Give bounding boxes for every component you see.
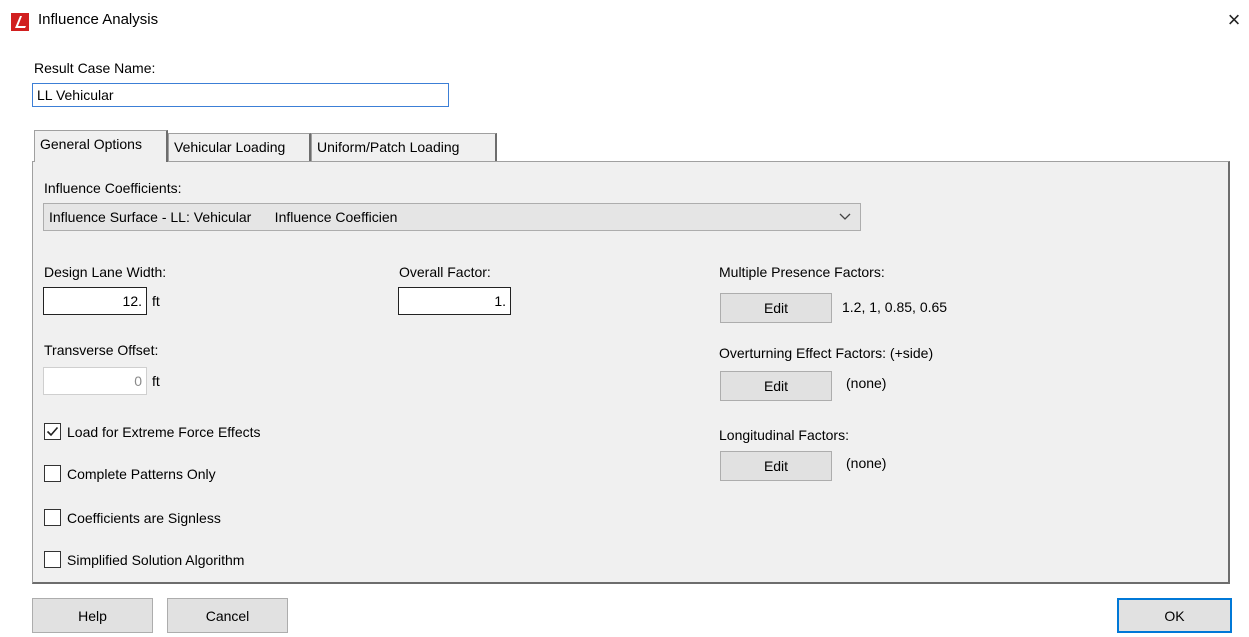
edit-button-label: Edit [763, 378, 789, 394]
ok-button[interactable]: OK [1117, 598, 1232, 633]
overall-factor-label: Overall Factor: [399, 264, 491, 280]
overall-factor-value: 1. [494, 293, 506, 309]
design-lane-width-value: 12. [122, 293, 142, 309]
simplified-algorithm-label: Simplified Solution Algorithm [67, 551, 245, 568]
overturning-effect-value: (none) [846, 375, 887, 391]
influence-coefficients-select[interactable]: Influence Surface - LL: Vehicular Influe… [43, 203, 861, 231]
simplified-algorithm-option[interactable]: Simplified Solution Algorithm [44, 551, 244, 568]
window-title: Influence Analysis [38, 11, 159, 28]
longitudinal-factors-value: (none) [846, 455, 887, 471]
coefficients-signless-label: Coefficients are Signless [67, 509, 221, 526]
extreme-force-effects-checkbox[interactable] [44, 423, 61, 440]
cancel-button-label: Cancel [205, 607, 250, 624]
close-icon: × [1227, 7, 1241, 32]
multiple-presence-label: Multiple Presence Factors: [719, 264, 885, 280]
overturning-edit-button[interactable]: Edit [720, 371, 832, 401]
design-lane-width-unit: ft [152, 293, 160, 309]
coefficients-signless-option[interactable]: Coefficients are Signless [44, 509, 221, 526]
transverse-offset-label: Transverse Offset: [44, 342, 159, 358]
chevron-down-icon [839, 213, 851, 220]
complete-patterns-checkbox[interactable] [44, 465, 61, 482]
tab-vehicular-loading-label: Vehicular Loading [174, 139, 286, 155]
simplified-algorithm-checkbox[interactable] [44, 551, 61, 568]
tab-uniform-patch-loading[interactable]: Uniform/Patch Loading [311, 133, 497, 161]
coefficients-signless-checkbox[interactable] [44, 509, 61, 526]
result-case-name-value: LL Vehicular [37, 87, 114, 103]
edit-button-label: Edit [763, 458, 789, 474]
overall-factor-input[interactable]: 1. [398, 287, 511, 315]
transverse-offset-unit: ft [152, 373, 160, 389]
longitudinal-factors-label: Longitudinal Factors: [719, 427, 849, 443]
help-button-label: Help [78, 607, 107, 624]
help-button[interactable]: Help [32, 598, 153, 633]
close-button[interactable]: × [1222, 8, 1246, 32]
transverse-offset-value: 0 [134, 373, 142, 389]
app-logo-icon [11, 13, 29, 31]
influence-coefficients-value: Influence Surface - LL: Vehicular Influe… [49, 209, 398, 225]
cancel-button[interactable]: Cancel [167, 598, 288, 633]
result-case-name-label: Result Case Name: [34, 60, 156, 76]
overturning-effect-label: Overturning Effect Factors: (+side) [719, 345, 934, 361]
tab-general-options-label: General Options [40, 136, 142, 152]
transverse-offset-input[interactable]: 0 [43, 367, 147, 395]
influence-coefficients-label: Influence Coefficients: [44, 180, 182, 196]
result-case-name-input[interactable]: LL Vehicular [32, 83, 449, 107]
tab-uniform-patch-loading-label: Uniform/Patch Loading [317, 139, 460, 155]
title-bar: Influence Analysis × [0, 0, 1249, 44]
complete-patterns-label: Complete Patterns Only [67, 465, 216, 482]
ok-button-label: OK [1164, 607, 1185, 624]
multiple-presence-value: 1.2, 1, 0.85, 0.65 [842, 299, 948, 315]
edit-button-label: Edit [763, 300, 789, 316]
complete-patterns-option[interactable]: Complete Patterns Only [44, 465, 216, 482]
checkmark-icon [46, 426, 59, 437]
tab-vehicular-loading[interactable]: Vehicular Loading [168, 133, 311, 161]
design-lane-width-label: Design Lane Width: [44, 264, 167, 280]
design-lane-width-input[interactable]: 12. [43, 287, 147, 315]
tab-general-options[interactable]: General Options [34, 130, 168, 162]
extreme-force-effects-label: Load for Extreme Force Effects [67, 423, 261, 440]
longitudinal-edit-button[interactable]: Edit [720, 451, 832, 481]
extreme-force-effects-option[interactable]: Load for Extreme Force Effects [44, 423, 261, 440]
multiple-presence-edit-button[interactable]: Edit [720, 293, 832, 323]
